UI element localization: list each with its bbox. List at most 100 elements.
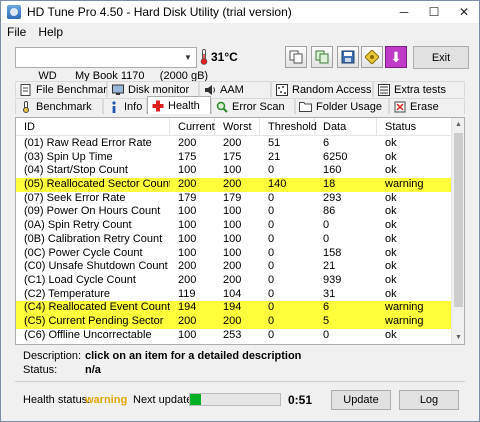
worst-cell: 100 <box>223 246 242 259</box>
copy-screenshot-button[interactable] <box>311 46 333 68</box>
table-row[interactable]: (C2) Temperature 119 104 0 31 ok <box>16 288 452 302</box>
column-header-data[interactable]: Data <box>315 118 377 135</box>
worst-cell: 100 <box>223 219 242 232</box>
table-row[interactable]: (01) Raw Read Error Rate 200 200 51 6 ok <box>16 137 452 151</box>
tab-health[interactable]: Health <box>147 96 211 114</box>
threshold-cell: 0 <box>268 191 275 204</box>
column-header-current[interactable]: Current <box>170 118 215 135</box>
tab-error-scan[interactable]: Error Scan <box>211 98 295 114</box>
status-cell: warning <box>385 314 424 327</box>
tab-random-access[interactable]: Random Access <box>271 81 373 97</box>
copy-text-button[interactable] <box>285 46 307 68</box>
table-row[interactable]: (C4) Reallocated Event Count 194 194 0 6 warn… <box>16 301 452 315</box>
data-cell: 5 <box>323 314 330 327</box>
worst-cell: 175 <box>223 150 242 163</box>
current-cell: 200 <box>178 137 197 149</box>
maximize-button[interactable]: ☐ <box>419 1 449 23</box>
column-header-id[interactable]: ID <box>16 118 170 135</box>
table-row[interactable]: (05) Reallocated Sector Count 200 200 140 18… <box>16 178 452 192</box>
download-arrow-icon: ⬇ <box>390 48 402 65</box>
threshold-cell: 0 <box>268 287 275 300</box>
minimize-button[interactable]: ─ <box>389 1 419 23</box>
download-button[interactable]: ⬇ <box>385 46 407 68</box>
scroll-thumb[interactable] <box>454 133 463 307</box>
tab-benchmark[interactable]: Benchmark <box>15 98 103 114</box>
drive-select[interactable]: WD My Book 1170 (2000 gB) ▼ <box>15 47 208 82</box>
threshold-cell: 0 <box>268 273 275 286</box>
window-controls: ─ ☐ ✕ <box>389 1 479 23</box>
close-button[interactable]: ✕ <box>449 1 479 23</box>
current-cell: 100 <box>178 164 197 177</box>
title-bar: HD Tune Pro 4.50 - Hard Disk Utility (tr… <box>1 1 479 23</box>
table-row[interactable]: (C0) Unsafe Shutdown Count 200 200 0 21 ok <box>16 260 452 274</box>
status-cell: ok <box>385 287 397 300</box>
tab-label: AAM <box>220 83 244 96</box>
options-button[interactable] <box>361 46 383 68</box>
threshold-cell: 0 <box>268 314 275 327</box>
chevron-down-icon[interactable]: ▼ <box>180 48 196 67</box>
menu-help[interactable]: Help <box>32 25 69 39</box>
extra-tests-icon <box>377 83 390 96</box>
scroll-up-arrow-icon[interactable]: ▲ <box>452 118 464 131</box>
menu-file[interactable]: File <box>1 25 32 39</box>
tab-disk-monitor[interactable]: Disk monitor <box>107 81 199 97</box>
worst-cell: 200 <box>223 273 242 286</box>
status-cell: ok <box>385 164 397 177</box>
tab-file-benchmark[interactable]: File Benchmark <box>15 81 112 97</box>
exit-button[interactable]: Exit <box>413 46 469 69</box>
folder-icon <box>299 100 312 113</box>
status-cell: ok <box>385 273 397 286</box>
status-cell: ok <box>385 260 397 273</box>
table-row[interactable]: (C6) Offline Uncorrectable 100 253 0 0 ok <box>16 329 452 343</box>
column-header-worst[interactable]: Worst <box>215 118 260 135</box>
tab-erase[interactable]: Erase <box>389 98 465 114</box>
attribute-id-cell: (07) Seek Error Rate <box>24 191 126 204</box>
data-cell: 293 <box>323 191 342 204</box>
next-update-countdown: 0:51 <box>288 393 313 407</box>
table-row[interactable]: (03) Spin Up Time 175 175 21 6250 ok <box>16 151 452 165</box>
log-button[interactable]: Log <box>399 390 459 410</box>
table-row[interactable]: (0A) Spin Retry Count 100 100 0 0 ok <box>16 219 452 233</box>
current-cell: 119 <box>178 287 196 300</box>
description-value: click on an item for a detailed descript… <box>85 350 302 362</box>
attribute-id-cell: (04) Start/Stop Count <box>24 164 128 177</box>
tab-aam[interactable]: AAM <box>199 81 271 97</box>
save-button[interactable] <box>337 46 359 68</box>
column-header-status[interactable]: Status <box>377 118 452 135</box>
current-cell: 100 <box>178 205 197 218</box>
table-row[interactable]: (07) Seek Error Rate 179 179 0 293 ok <box>16 192 452 206</box>
data-cell: 86 <box>323 205 336 218</box>
update-button[interactable]: Update <box>331 390 391 410</box>
tab-info[interactable]: Info <box>103 98 147 114</box>
vertical-scrollbar[interactable]: ▲ ▼ <box>451 118 464 344</box>
table-row[interactable]: (04) Start/Stop Count 100 100 0 160 ok <box>16 164 452 178</box>
threshold-cell: 0 <box>268 246 275 259</box>
data-cell: 21 <box>323 260 336 273</box>
app-window: HD Tune Pro 4.50 - Hard Disk Utility (tr… <box>0 0 480 422</box>
tab-extra-tests[interactable]: Extra tests <box>373 81 465 97</box>
worst-cell: 100 <box>223 164 242 177</box>
attribute-id-cell: (0C) Power Cycle Count <box>24 246 143 259</box>
tab-folder-usage[interactable]: Folder Usage <box>295 98 389 114</box>
data-cell: 6 <box>323 137 330 149</box>
table-row[interactable]: (0B) Calibration Retry Count 100 100 0 0 ok <box>16 233 452 247</box>
current-cell: 200 <box>178 260 197 273</box>
data-cell: 939 <box>323 273 342 286</box>
table-row[interactable]: (C1) Load Cycle Count 200 200 0 939 ok <box>16 274 452 288</box>
smart-attributes-table[interactable]: ID Current Worst Threshold Data Status (… <box>15 117 465 345</box>
attribute-id-cell: (09) Power On Hours Count <box>24 205 161 218</box>
tab-label: Random Access <box>292 83 372 96</box>
table-row[interactable]: (09) Power On Hours Count 100 100 0 86 ok <box>16 205 452 219</box>
status-cell: ok <box>385 150 397 163</box>
threshold-cell: 21 <box>268 150 281 163</box>
current-cell: 100 <box>178 328 197 341</box>
scroll-down-arrow-icon[interactable]: ▼ <box>452 331 464 344</box>
column-header-threshold[interactable]: Threshold <box>260 118 317 135</box>
table-row[interactable]: (0C) Power Cycle Count 100 100 0 158 ok <box>16 247 452 261</box>
magnifier-icon <box>215 100 228 113</box>
benchmark-icon <box>19 100 32 113</box>
health-status-value: warning <box>85 394 128 406</box>
table-row[interactable]: (C5) Current Pending Sector 200 200 0 5 warni… <box>16 314 452 329</box>
threshold-cell: 0 <box>268 328 275 341</box>
worst-cell: 100 <box>223 232 242 245</box>
